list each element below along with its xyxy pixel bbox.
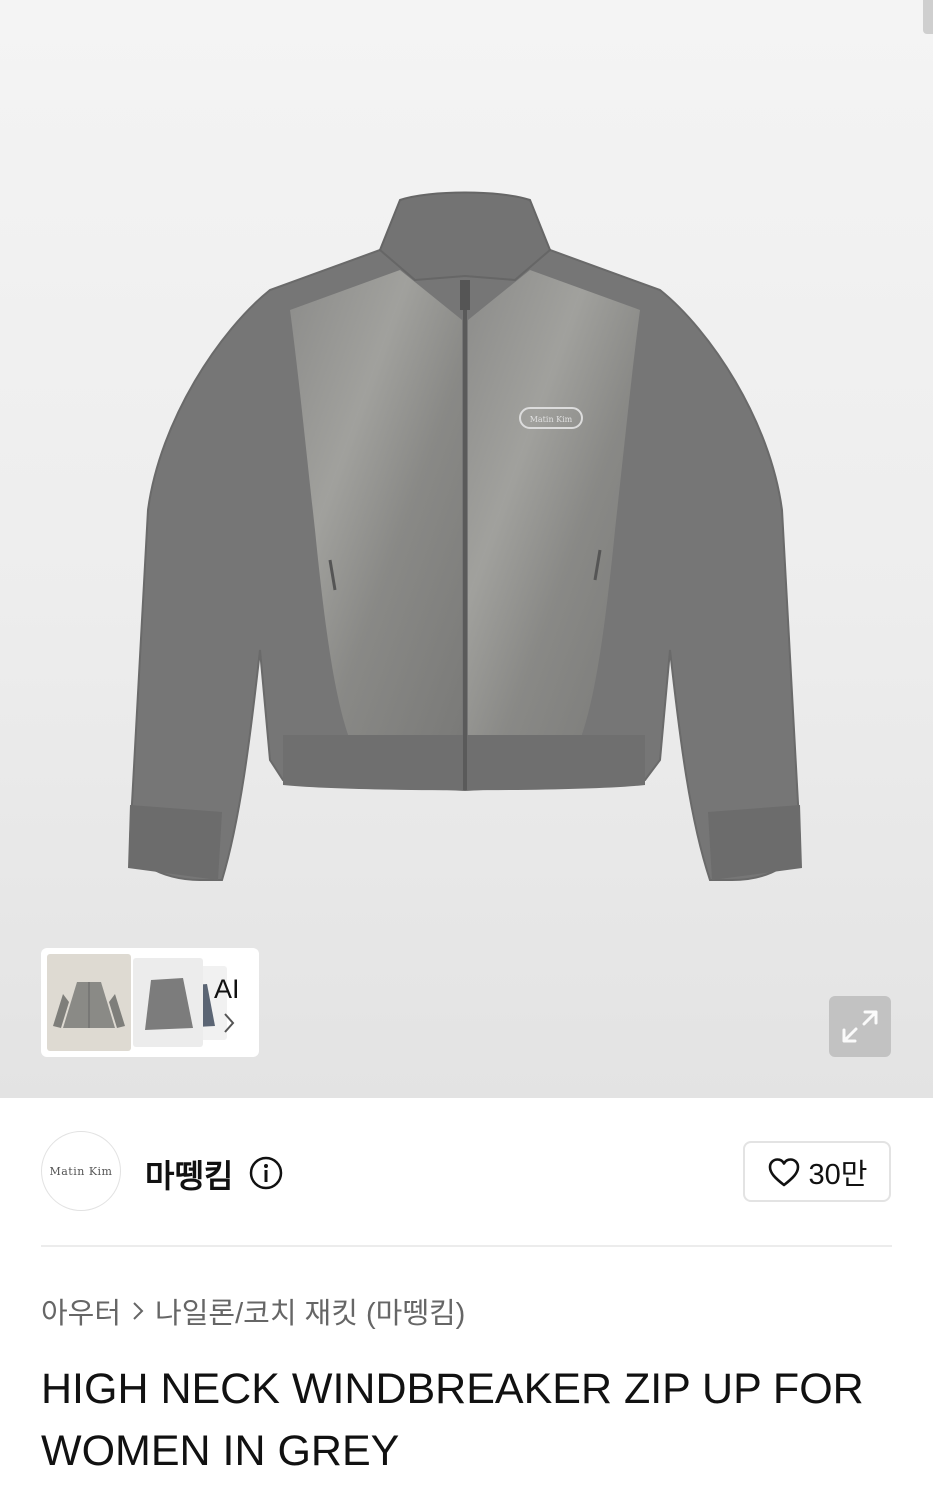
heart-icon xyxy=(768,1157,799,1186)
current-product-thumbnail xyxy=(47,954,131,1051)
product-gallery[interactable]: Matin Kim AI xyxy=(0,0,933,1098)
chevron-right-icon xyxy=(133,1302,144,1320)
product-title: HIGH NECK WINDBREAKER ZIP UP FOR WOMEN I… xyxy=(41,1365,864,1475)
product-image[interactable]: Matin Kim xyxy=(100,180,830,900)
brand-row: Matin Kim 마뗑킴 30만 xyxy=(41,1131,892,1213)
expand-image-button[interactable] xyxy=(829,996,891,1057)
chevron-right-icon xyxy=(224,1013,235,1033)
ai-similar-products-card[interactable]: AI xyxy=(41,948,259,1057)
brand-name[interactable]: 마뗑킴 xyxy=(145,1151,233,1197)
chest-logo-text: Matin Kim xyxy=(530,415,573,424)
brand-logo[interactable]: Matin Kim xyxy=(41,1131,121,1211)
divider xyxy=(41,1245,892,1247)
info-icon[interactable] xyxy=(248,1155,284,1191)
like-count: 30만 xyxy=(808,1158,868,1191)
breadcrumb-category[interactable]: 아우터 xyxy=(41,1290,121,1332)
breadcrumb-subcategory[interactable]: 나일론/코치 재킷 (마뗑킴) xyxy=(155,1290,465,1332)
scrollbar[interactable] xyxy=(923,0,933,34)
like-button[interactable]: 30만 xyxy=(743,1141,891,1202)
ai-label: AI xyxy=(214,974,240,1004)
expand-icon xyxy=(842,1010,878,1043)
brand-logo-text: Matin Kim xyxy=(49,1164,113,1178)
breadcrumb: 아우터 나일론/코치 재킷 (마뗑킴) xyxy=(41,1290,465,1332)
similar-product-thumbnail xyxy=(133,958,203,1047)
